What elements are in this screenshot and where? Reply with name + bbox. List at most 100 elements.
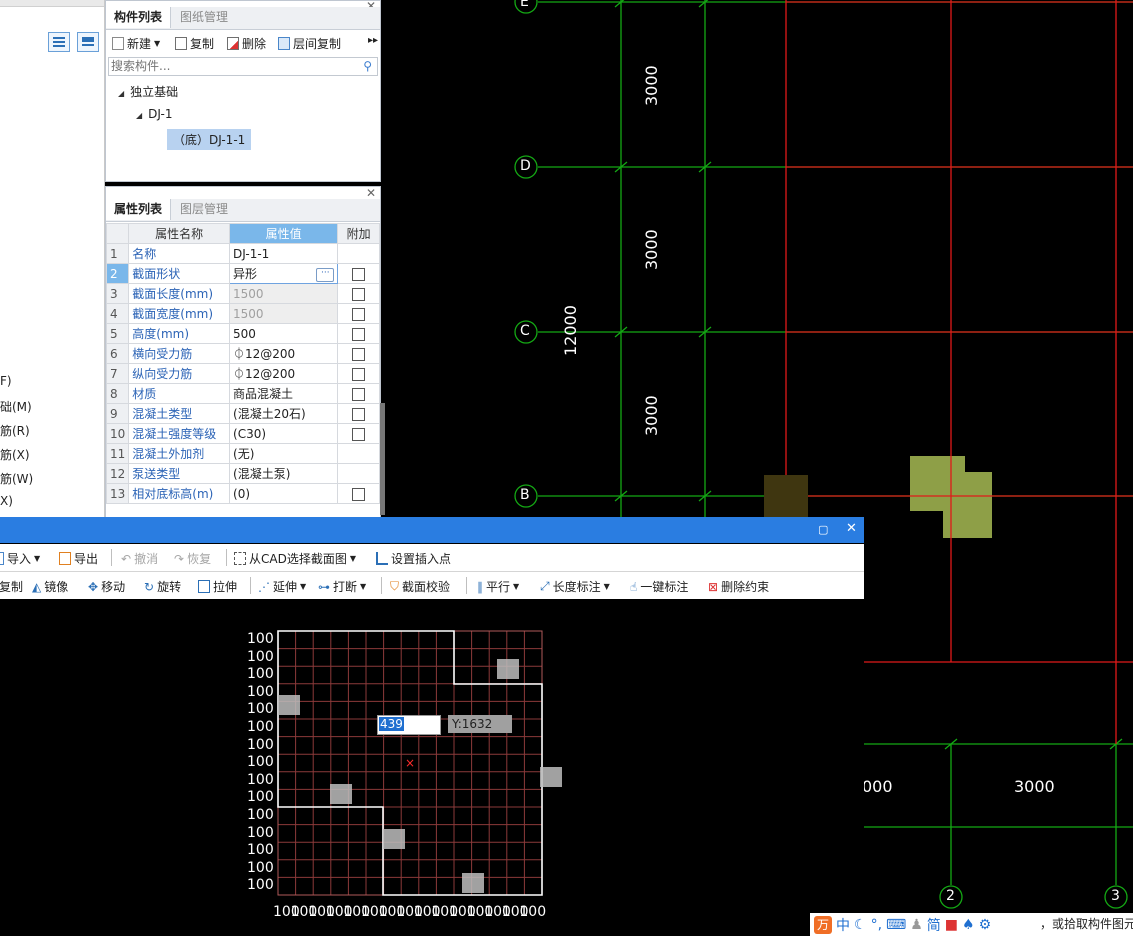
close-icon[interactable]: ✕ [366, 187, 376, 200]
import-button[interactable]: 导入 ▼ [0, 550, 40, 567]
search-icon[interactable]: ⚲ [363, 59, 372, 73]
tab-drawing-management[interactable]: 图纸管理 [172, 7, 236, 28]
y-coordinate-input[interactable]: Y:1632 [448, 715, 512, 733]
list-view-button[interactable] [48, 32, 70, 52]
x-coordinate-input[interactable]: 439 [377, 715, 441, 735]
select-from-cad-button[interactable]: 从CAD选择截面图 ▼ [234, 550, 356, 567]
tree-node-dj1[interactable]: ◢ DJ-1 [136, 107, 172, 121]
row-label: 100 [247, 807, 274, 823]
camera-icon[interactable]: ■ [945, 917, 958, 933]
vertex-handle[interactable] [330, 784, 352, 804]
search-input[interactable] [109, 58, 353, 74]
extra-checkbox[interactable] [352, 387, 366, 401]
axis-label-3: 3 [1111, 888, 1120, 904]
strip-item-3[interactable]: 筋(R) [0, 422, 30, 439]
table-row[interactable]: 9 混凝土类型 (混凝土20石) [106, 403, 380, 424]
panel-splitter[interactable] [380, 403, 385, 515]
table-row[interactable]: 10 混凝土强度等级 (C30) [106, 423, 380, 444]
close-icon[interactable]: ✕ [846, 521, 857, 536]
copy-button[interactable]: 复制 [0, 578, 23, 595]
extra-checkbox[interactable] [352, 347, 366, 361]
ellipsis-button[interactable]: ··· [316, 268, 335, 282]
expand-icon[interactable]: ◢ [118, 89, 124, 98]
ime-logo-icon[interactable]: 万 [814, 915, 832, 934]
extra-checkbox[interactable] [352, 287, 366, 301]
vertex-handle[interactable] [540, 767, 562, 787]
parallel-button[interactable]: ∥ 平行 ▼ [477, 578, 519, 595]
table-row[interactable]: 2 截面形状 异形 ··· [106, 263, 380, 284]
new-button[interactable]: 新建 ▼ [112, 35, 160, 52]
length-dimension-button[interactable]: ⤢ 长度标注 ▼ [540, 578, 610, 595]
table-row[interactable]: 1 名称 DJ-1-1 [106, 243, 380, 264]
axis-label-b: B [520, 487, 530, 503]
redo-button[interactable]: ↷ 恢复 [174, 550, 211, 567]
table-row[interactable]: 7 纵向受力筋 ⏀12@200 [106, 363, 380, 384]
table-row[interactable]: 13 相对底标高(m) (0) [106, 483, 380, 504]
floor-copy-button[interactable]: 层间复制 [278, 35, 341, 52]
strip-item-6[interactable]: X) [0, 494, 13, 508]
break-button[interactable]: ⊶ 打断 ▼ [318, 578, 366, 595]
table-row[interactable]: 5 高度(mm) 500 [106, 323, 380, 344]
ime-simplified[interactable]: 简 [927, 915, 941, 935]
row-label: 100 [247, 683, 274, 700]
copy-button[interactable]: 复制 [175, 35, 214, 52]
move-button[interactable]: ✥ 移动 [88, 578, 125, 595]
vertex-handle[interactable] [462, 873, 484, 893]
extra-checkbox[interactable] [352, 307, 366, 321]
undo-button[interactable]: ↶ 撤消 [121, 550, 158, 567]
maximize-icon[interactable]: ▢ [818, 523, 828, 536]
extra-checkbox[interactable] [352, 407, 366, 421]
undo-icon: ↶ [121, 551, 132, 566]
rotate-button[interactable]: ↻ 旋转 [144, 578, 181, 595]
delete-constraint-button[interactable]: ⊠ 删除约束 [708, 578, 769, 595]
table-row[interactable]: 12 泵送类型 (混凝土泵) [106, 463, 380, 484]
set-insert-point-button[interactable]: 设置插入点 [376, 550, 451, 567]
section-drawing-canvas[interactable]: × 100 100 100 100 100 100 100 100 100 100 100 100 10… [0, 599, 864, 936]
auto-dimension-button[interactable]: ☝ 一键标注 [630, 578, 688, 595]
table-row[interactable]: 11 混凝土外加剂 (无) [106, 443, 380, 464]
extra-checkbox[interactable] [352, 327, 366, 341]
expand-icon[interactable]: ◢ [136, 111, 142, 120]
extra-checkbox[interactable] [352, 427, 366, 441]
vertex-handle[interactable] [497, 659, 519, 679]
gear-icon[interactable]: ⚙ [979, 917, 992, 933]
shirt-icon[interactable]: ♠ [962, 917, 975, 933]
delete-button[interactable]: 删除 [227, 35, 266, 52]
tab-property-list[interactable]: 属性列表 [106, 199, 172, 220]
extend-button[interactable]: ⋰ 延伸 ▼ [258, 578, 306, 595]
strip-item-4[interactable]: 筋(X) [0, 446, 30, 463]
vertex-handle[interactable] [278, 695, 300, 715]
table-row[interactable]: 4 截面宽度(mm) 1500 [106, 303, 380, 324]
table-row[interactable]: 8 材质 商品混凝土 [106, 383, 380, 404]
vertex-handle[interactable] [383, 829, 405, 849]
axis-label-2: 2 [946, 888, 955, 904]
punctuation-icon[interactable]: °, [871, 917, 882, 933]
tree-node-root[interactable]: ◢ 独立基础 [118, 83, 178, 100]
tree-node-dj1-1[interactable]: （底）DJ-1-1 [167, 129, 252, 150]
dialog-titlebar[interactable]: ▢ ✕ [0, 517, 864, 543]
extra-checkbox[interactable] [352, 487, 366, 501]
grid-view-button[interactable] [77, 32, 99, 52]
section-check-button[interactable]: ⛉ 截面校验 [390, 578, 450, 595]
ime-toolbar[interactable]: 万 中 ☾ °, ⌨ ♟ 简 ■ ♠ ⚙ [810, 913, 1045, 936]
extra-checkbox[interactable] [352, 267, 366, 281]
header-property-name: 属性名称 [128, 223, 231, 244]
export-button[interactable]: 导出 [59, 550, 98, 567]
strip-item-2[interactable]: 础(M) [0, 398, 32, 415]
mirror-icon: ◭ [32, 579, 42, 594]
stretch-button[interactable]: 拉伸 [198, 578, 237, 595]
ime-mode[interactable]: 中 [836, 915, 850, 935]
more-icon[interactable]: ▸▸ [368, 35, 378, 46]
moon-icon[interactable]: ☾ [854, 917, 867, 933]
table-row[interactable]: 6 横向受力筋 ⏀12@200 [106, 343, 380, 364]
strip-item-5[interactable]: 筋(W) [0, 470, 33, 487]
rotate-icon: ↻ [144, 579, 155, 594]
table-row[interactable]: 3 截面长度(mm) 1500 [106, 283, 380, 304]
tab-component-list[interactable]: 构件列表 [106, 7, 172, 28]
extra-checkbox[interactable] [352, 367, 366, 381]
tab-layer-management[interactable]: 图层管理 [172, 199, 236, 220]
mirror-button[interactable]: ◭ 镜像 [32, 578, 68, 595]
strip-item-1[interactable]: F) [0, 374, 12, 388]
keyboard-icon[interactable]: ⌨ [886, 917, 906, 933]
user-icon[interactable]: ♟ [910, 917, 923, 933]
